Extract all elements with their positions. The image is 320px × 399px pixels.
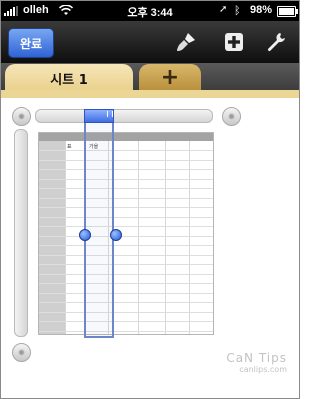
battery-fill [279, 8, 294, 15]
spreadsheet-table[interactable]: 표 가을 [38, 132, 214, 335]
grid-row-line [39, 178, 213, 180]
grid-row-line [39, 216, 213, 218]
toolbar: 완료 [1, 21, 299, 63]
column-grip-icon[interactable] [107, 111, 113, 117]
grid-row-line [39, 226, 213, 227]
watermark-url: canlips.com [239, 365, 287, 374]
tab-strip [1, 90, 299, 98]
add-sheet-button[interactable]: + [139, 64, 201, 91]
bluetooth-icon: ᛒ [234, 4, 241, 17]
wrench-icon[interactable] [261, 27, 291, 57]
grid-row-line [39, 207, 213, 208]
location-icon: ➚ [219, 4, 228, 15]
selected-column[interactable] [84, 109, 114, 338]
selection-handle-right[interactable] [110, 229, 122, 241]
row-resize-bar[interactable] [14, 129, 28, 337]
grid-row-line [39, 321, 213, 322]
tab-label: 시트 1 [50, 72, 88, 88]
handle-dot-icon [228, 113, 235, 120]
done-button[interactable]: 완료 [8, 28, 54, 58]
grid-row-line [39, 245, 213, 246]
battery-icon [277, 6, 298, 17]
grid-row-line [39, 283, 213, 284]
table-corner-handle[interactable] [12, 107, 31, 126]
grid-row-line [39, 273, 213, 275]
grid-row-line [39, 302, 213, 303]
add-icon[interactable] [219, 27, 249, 57]
grid-row-line [39, 150, 213, 151]
grid-row-line [39, 159, 213, 161]
handle-dot-icon [18, 349, 25, 356]
handle-dot-icon [18, 113, 25, 120]
grid-row-line [39, 188, 213, 189]
grid-row-line [39, 330, 213, 332]
watermark-title: CaN Tips [226, 351, 287, 365]
tab-sheet-1[interactable]: 시트 1 [5, 64, 133, 92]
grid-row-line [39, 254, 213, 256]
screen: olleh 오후 3:44 ➚ ᛒ 98% 완료 시트 1 + 표 가을 CaN… [0, 0, 300, 399]
grid-row-line [39, 264, 213, 265]
table-cell[interactable]: 표 [67, 143, 72, 150]
status-bar: olleh 오후 3:44 ➚ ᛒ 98% [1, 1, 299, 21]
plus-icon: + [160, 65, 180, 90]
grid-row-line [39, 169, 213, 170]
paintbrush-icon[interactable] [171, 27, 201, 57]
grid-row-line [39, 235, 213, 237]
watermark: CaN Tips canlips.com [226, 351, 287, 374]
grid-row-line [39, 311, 213, 313]
table-header-row [39, 133, 213, 141]
add-column-handle[interactable] [222, 107, 241, 126]
grid-row-line [39, 197, 213, 199]
battery-percent: 98% [250, 4, 273, 16]
add-row-handle[interactable] [12, 343, 31, 362]
grid-row-line [39, 292, 213, 294]
column-resize-bar[interactable] [35, 109, 213, 123]
selection-handle-left[interactable] [79, 229, 91, 241]
